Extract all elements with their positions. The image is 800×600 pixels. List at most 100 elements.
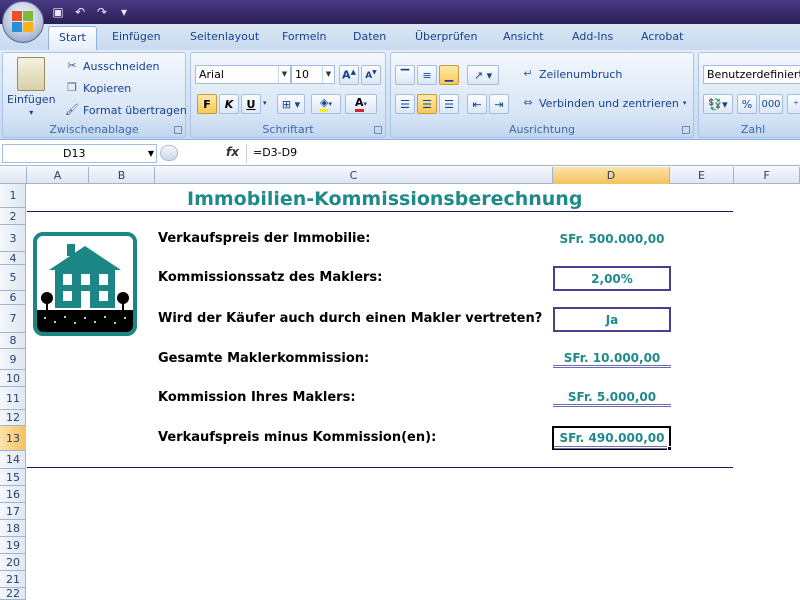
dialog-launcher-icon[interactable] [682, 126, 690, 134]
tab-daten[interactable]: Daten [353, 30, 386, 43]
orientation-button[interactable]: ↗ ▾ [467, 65, 499, 85]
tab-ansicht[interactable]: Ansicht [503, 30, 544, 43]
tab-acrobat[interactable]: Acrobat [641, 30, 683, 43]
undo-icon[interactable]: ↶ [72, 4, 88, 20]
row-header[interactable]: 11 [0, 387, 26, 410]
decrease-indent-button[interactable]: ⇤ [467, 94, 487, 114]
font-size-combo[interactable]: 10 ▼ [291, 65, 335, 84]
column-header-b[interactable]: B [89, 167, 155, 184]
row-header[interactable]: 5 [0, 265, 26, 291]
shrink-font-button[interactable]: A▼ [361, 65, 381, 85]
borders-button[interactable]: ⊞ ▾ [277, 94, 305, 114]
grow-font-button[interactable]: A▲ [339, 65, 359, 85]
row-header[interactable]: 4 [0, 252, 26, 265]
accounting-format-button[interactable]: 💱▾ [703, 94, 733, 114]
customize-qat-icon[interactable]: ▾ [116, 4, 132, 20]
merge-center-button[interactable]: ⇔ Verbinden und zentrieren ▾ [521, 96, 686, 110]
column-header-c[interactable]: C [155, 167, 553, 184]
value-total-commission[interactable]: SFr. 10.000,00 [553, 351, 671, 365]
insert-function-icon[interactable]: fx [226, 145, 239, 159]
cut-button[interactable]: ✂ Ausschneiden [65, 59, 159, 73]
dialog-launcher-icon[interactable] [174, 126, 182, 134]
tab-add-ins[interactable]: Add-Ins [572, 30, 613, 43]
bold-button[interactable]: F [197, 94, 217, 114]
fill-color-button[interactable]: ◈ ▾ [311, 94, 341, 114]
row-header[interactable]: 12 [0, 410, 26, 426]
format-painter-button[interactable]: 🖌 Format übertragen [65, 103, 187, 117]
chevron-down-icon: ▾ [682, 99, 687, 107]
house-picture [37, 236, 133, 332]
group-font: Arial ▼ 10 ▼ A▲ A▼ F K U ▾ ⊞ ▾ ◈ ▾ A ▾ Sch… [190, 52, 386, 138]
increase-indent-icon: ⇥ [494, 97, 504, 111]
tab-seitenlayout[interactable]: Seitenlayout [190, 30, 259, 43]
font-color-button[interactable]: A ▾ [345, 94, 377, 114]
align-left-button[interactable]: ☰ [395, 94, 415, 114]
office-button[interactable] [2, 1, 44, 43]
align-center-button[interactable]: ☰ [417, 94, 437, 114]
wrap-text-icon: ↵ [523, 67, 533, 80]
align-middle-button[interactable]: ≡ [417, 65, 437, 85]
value-sale-price[interactable]: SFr. 500.000,00 [553, 232, 671, 246]
row-header-selected[interactable]: 13 [0, 426, 26, 451]
value-net-price[interactable]: SFr. 490.000,00 [553, 431, 671, 445]
thousands-separator-button[interactable]: 000 [759, 94, 783, 114]
row-header[interactable]: 1 [0, 184, 26, 208]
row-header[interactable]: 21 [0, 571, 26, 588]
align-top-button[interactable]: ▔ [395, 65, 415, 85]
chevron-down-icon[interactable]: ▼ [148, 145, 154, 162]
italic-button[interactable]: K [219, 94, 239, 114]
row-header[interactable]: 10 [0, 370, 26, 387]
tab-einfuegen[interactable]: Einfügen [112, 30, 161, 43]
save-icon[interactable]: ▣ [50, 4, 66, 20]
underline-button[interactable]: U [241, 94, 261, 114]
row-header[interactable]: 19 [0, 537, 26, 554]
row-header[interactable]: 15 [0, 469, 26, 486]
dialog-launcher-icon[interactable] [374, 126, 382, 134]
row-header[interactable]: 8 [0, 333, 26, 349]
percent-button[interactable]: % [737, 94, 757, 114]
value-buyer-agent[interactable]: Ja [553, 313, 671, 327]
chevron-down-icon[interactable]: ▼ [322, 66, 334, 83]
row-header[interactable]: 18 [0, 520, 26, 537]
value-your-agent-commission[interactable]: SFr. 5.000,00 [553, 390, 671, 404]
chevron-down-icon[interactable]: ▼ [278, 66, 290, 83]
font-name-combo[interactable]: Arial ▼ [195, 65, 291, 84]
fill-handle[interactable] [667, 446, 672, 451]
row-header[interactable]: 22 [0, 588, 26, 600]
column-header-a[interactable]: A [27, 167, 89, 184]
chevron-down-icon[interactable]: ▾ [263, 99, 267, 107]
formula-input[interactable]: =D3-D9 [246, 144, 798, 163]
row-header[interactable]: 3 [0, 225, 26, 252]
tab-formeln[interactable]: Formeln [282, 30, 327, 43]
row-header[interactable]: 9 [0, 349, 26, 370]
value-commission-rate[interactable]: 2,00% [553, 272, 671, 286]
row-header[interactable]: 16 [0, 486, 26, 503]
align-center-icon: ☰ [422, 97, 432, 111]
increase-indent-button[interactable]: ⇥ [489, 94, 509, 114]
tab-start[interactable]: Start [48, 26, 97, 50]
redo-icon[interactable]: ↷ [94, 4, 110, 20]
column-header-f[interactable]: F [734, 167, 800, 184]
row-header[interactable]: 6 [0, 291, 26, 305]
align-bottom-button[interactable]: ▁ [439, 65, 459, 85]
wrap-text-button[interactable]: ↵ Zeilenumbruch [521, 67, 622, 81]
align-right-button[interactable]: ☰ [439, 94, 459, 114]
group-label-alignment: Ausrichtung [508, 123, 576, 136]
name-box[interactable]: D13 ▼ [2, 144, 157, 163]
column-header-e[interactable]: E [670, 167, 734, 184]
formula-bar-splitter-icon[interactable] [160, 145, 178, 161]
column-header-d[interactable]: D [553, 167, 670, 184]
decrease-indent-icon: ⇤ [472, 97, 482, 111]
row-header[interactable]: 14 [0, 451, 26, 469]
row-header[interactable]: 17 [0, 503, 26, 520]
select-all-button[interactable] [0, 167, 27, 184]
paste-button[interactable]: Einfügen ▾ [7, 57, 56, 117]
tab-ueberpruefen[interactable]: Überprüfen [415, 30, 477, 43]
row-header[interactable]: 2 [0, 208, 26, 225]
copy-button[interactable]: ❐ Kopieren [65, 81, 131, 95]
increase-decimal-button[interactable]: ⁺ [787, 94, 800, 114]
worksheet[interactable]: Immobilien-Kommissionsberechnung Verkauf… [27, 184, 800, 600]
row-header[interactable]: 7 [0, 305, 26, 333]
number-format-combo[interactable]: Benutzerdefiniert [703, 65, 800, 84]
row-header[interactable]: 20 [0, 554, 26, 571]
